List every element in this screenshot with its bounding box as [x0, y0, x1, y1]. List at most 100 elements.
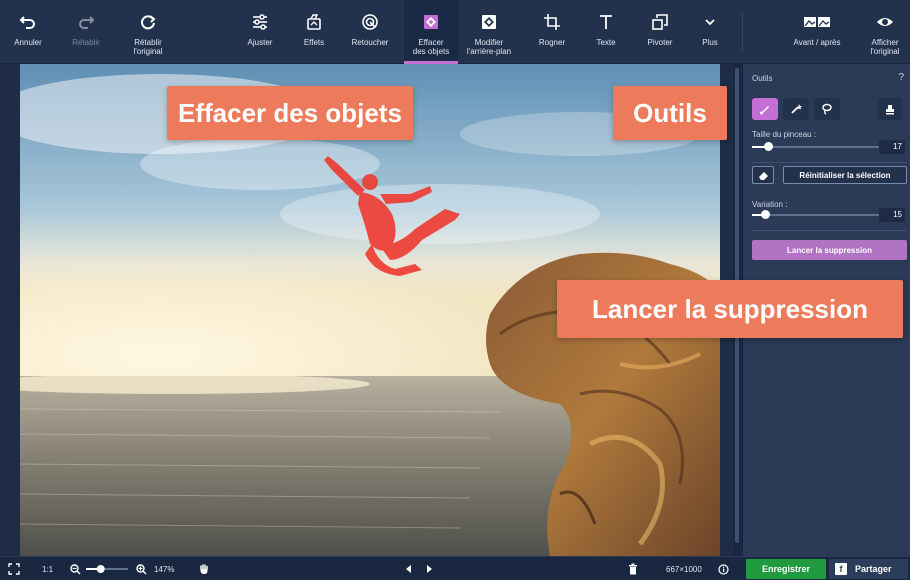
undo-label: Annuler: [14, 38, 42, 47]
share-button[interactable]: f Partager: [829, 559, 908, 579]
zoom-slider[interactable]: [84, 557, 130, 580]
zoom-out-button[interactable]: [70, 557, 81, 580]
info-button[interactable]: [718, 557, 729, 580]
effects-label: Effets: [303, 38, 325, 47]
arrow-right-icon: [427, 565, 432, 573]
fit-screen-button[interactable]: [8, 557, 20, 580]
brush-size-label: Taille du pinceau :: [752, 130, 817, 139]
erase-objects-label: Effacer des objets: [412, 38, 450, 56]
eraser-icon: [758, 171, 768, 180]
redo-icon: [77, 10, 95, 34]
sliders-icon: [251, 10, 269, 34]
eye-icon: [876, 10, 894, 34]
panel-divider: [752, 162, 907, 163]
info-icon: [718, 563, 729, 575]
brush-tool-button[interactable]: [752, 98, 778, 120]
crop-icon: [543, 10, 561, 34]
rotate-icon: [651, 10, 669, 34]
hand-tool-button[interactable]: [198, 557, 210, 580]
callout-tools: Outils: [613, 86, 727, 140]
stamp-icon: [886, 105, 894, 115]
top-toolbar: Annuler Rétablir Rétablir l'original Aju…: [0, 0, 910, 64]
redo-button[interactable]: Rétablir: [64, 0, 108, 64]
before-after-icon: [803, 10, 831, 34]
text-label: Texte: [596, 38, 616, 47]
effects-button[interactable]: Effets: [292, 0, 336, 64]
previous-image-button[interactable]: [404, 557, 414, 580]
slider-track: [752, 214, 884, 216]
zoom-in-button[interactable]: [136, 557, 147, 580]
refresh-icon: [139, 10, 157, 34]
eraser-button[interactable]: [752, 166, 774, 184]
more-button[interactable]: Plus: [692, 0, 728, 64]
erase-objects-tab[interactable]: Effacer des objets: [404, 0, 458, 64]
undo-button[interactable]: Annuler: [6, 0, 50, 64]
background-icon: [480, 10, 498, 34]
variation-slider[interactable]: [752, 210, 884, 220]
zoom-level: 147%: [154, 564, 175, 574]
actual-size-button[interactable]: 1:1: [42, 557, 53, 580]
lasso-icon: [822, 103, 832, 115]
slider-knob[interactable]: [764, 142, 773, 151]
image-dimensions: 667×1000: [666, 564, 702, 574]
arrow-left-icon: [406, 565, 411, 573]
canvas-left-gutter: [0, 64, 20, 556]
erase-objects-icon: [422, 10, 440, 34]
magic-wand-tool-button[interactable]: [783, 98, 809, 120]
panel-title: Outils: [752, 74, 773, 83]
variation-label: Variation :: [752, 200, 788, 209]
facebook-icon: f: [835, 563, 847, 575]
callout-erase-objects: Effacer des objets: [167, 86, 413, 140]
brush-size-value[interactable]: 17: [879, 140, 905, 154]
change-background-tab[interactable]: Modifier l'arrière-plan: [460, 0, 518, 64]
variation-value[interactable]: 15: [879, 208, 905, 222]
hand-icon: [200, 564, 208, 574]
zoom-slider-track: [86, 565, 128, 573]
brush-size-slider[interactable]: [752, 142, 884, 152]
rotate-label: Pivoter: [647, 38, 673, 47]
more-label: Plus: [702, 38, 718, 47]
adjust-button[interactable]: Ajuster: [238, 0, 282, 64]
redo-label: Rétablir: [72, 38, 100, 47]
toolbar-divider: [742, 12, 743, 52]
photo-editor-window: Annuler Rétablir Rétablir l'original Aju…: [0, 0, 910, 580]
crop-tab[interactable]: Rogner: [530, 0, 574, 64]
save-button[interactable]: Enregistrer: [746, 559, 826, 579]
brush-icon: [760, 106, 769, 115]
crop-label: Rogner: [538, 38, 566, 47]
adjust-label: Ajuster: [247, 38, 273, 47]
show-original-button[interactable]: Afficher l'original: [862, 0, 908, 64]
magic-wand-icon: [791, 104, 802, 114]
text-icon: [597, 10, 615, 34]
zoom-in-icon: [136, 563, 147, 574]
next-image-button[interactable]: [424, 557, 434, 580]
callout-run-removal: Lancer la suppression: [557, 280, 903, 338]
retouch-icon: [361, 10, 379, 34]
trash-icon: [629, 563, 637, 575]
rotate-tab[interactable]: Pivoter: [638, 0, 682, 64]
retouch-button[interactable]: Retoucher: [344, 0, 396, 64]
stamp-tool-button[interactable]: [878, 98, 902, 120]
change-background-label: Modifier l'arrière-plan: [466, 38, 512, 56]
show-original-label: Afficher l'original: [870, 38, 900, 56]
before-after-button[interactable]: Avant / après: [786, 0, 848, 64]
restore-original-button[interactable]: Rétablir l'original: [124, 0, 172, 64]
help-icon[interactable]: ?: [898, 72, 904, 83]
share-label: Partager: [855, 564, 892, 574]
chevron-down-icon: [703, 10, 717, 34]
before-after-label: Avant / après: [793, 38, 841, 47]
reset-selection-button[interactable]: Réinitialiser la sélection: [783, 166, 907, 184]
fit-screen-icon: [8, 563, 20, 575]
panel-divider: [752, 230, 907, 231]
lasso-tool-button[interactable]: [814, 98, 840, 120]
retouch-label: Retoucher: [351, 38, 389, 47]
undo-icon: [19, 10, 37, 34]
slider-knob[interactable]: [761, 210, 770, 219]
effects-icon: [305, 10, 323, 34]
run-removal-button[interactable]: Lancer la suppression: [752, 240, 907, 260]
text-tab[interactable]: Texte: [584, 0, 628, 64]
delete-button[interactable]: [628, 557, 638, 580]
restore-original-label: Rétablir l'original: [133, 38, 163, 56]
status-bar: 1:1 147% 667×1000 Enregistrer f Partager: [0, 556, 910, 580]
zoom-out-icon: [70, 563, 81, 574]
